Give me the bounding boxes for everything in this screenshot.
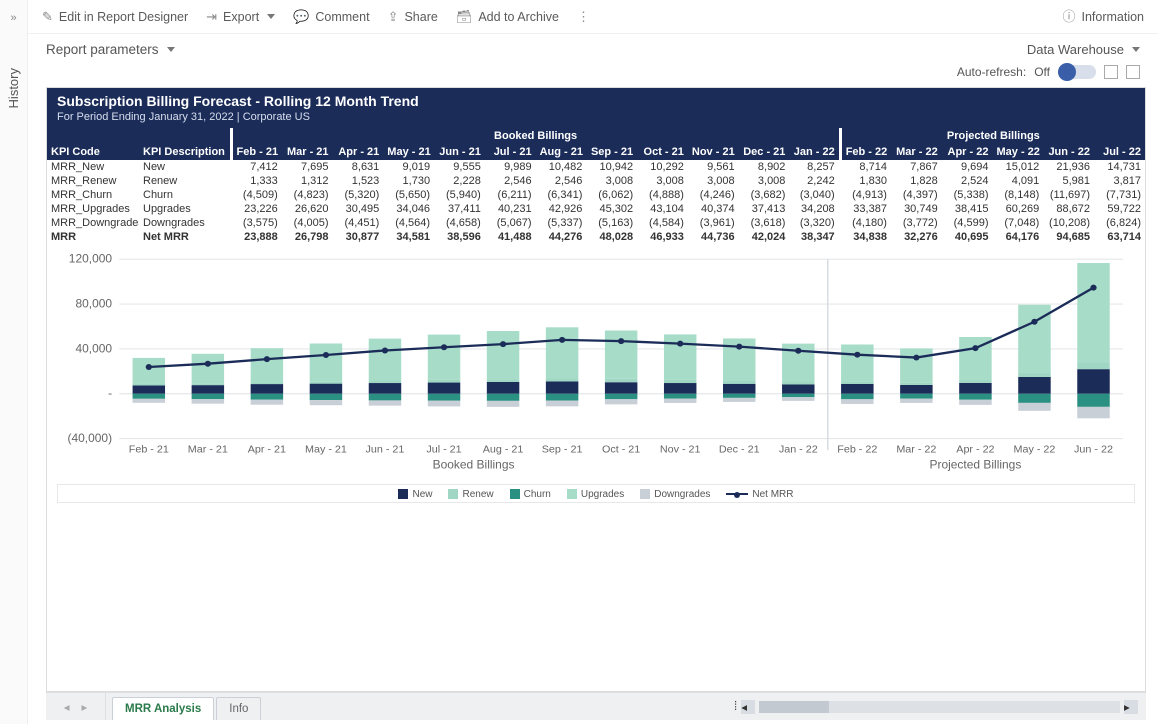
svg-text:Jul - 21: Jul - 21	[426, 444, 461, 456]
pencil-icon: ✎	[42, 10, 53, 23]
tab-mrr-analysis[interactable]: MRR Analysis	[112, 697, 214, 720]
expand-history-icon[interactable]: »	[10, 12, 16, 24]
sheet-pager[interactable]: ◂▸	[46, 693, 106, 720]
table-row: MRR_NewNew7,4127,6958,6319,0199,5559,989…	[47, 160, 1145, 174]
svg-text:Apr - 22: Apr - 22	[956, 444, 994, 456]
mrr-chart: (40,000) - 40,000 80,000 120,000 Feb - 21 Mar …	[57, 250, 1135, 480]
comment-icon: 💬	[293, 10, 309, 23]
kpi-table: Booked BillingsProjected Billings KPI Co…	[47, 128, 1145, 244]
svg-text:Jan - 22: Jan - 22	[779, 444, 818, 456]
report-parameters-toggle[interactable]: Report parameters	[46, 42, 175, 57]
auto-refresh-state: Off	[1034, 65, 1050, 79]
svg-text:Mar - 22: Mar - 22	[896, 444, 936, 456]
legend-item: Downgrades	[640, 489, 710, 500]
more-button[interactable]: ⋮	[577, 10, 590, 23]
grid-icon[interactable]	[1126, 65, 1140, 79]
svg-text:Feb - 22: Feb - 22	[837, 444, 877, 456]
svg-text:120,000: 120,000	[69, 253, 113, 266]
legend-item: Net MRR	[726, 489, 793, 500]
svg-text:-: -	[108, 387, 112, 400]
svg-text:(40,000): (40,000)	[67, 432, 112, 445]
info-icon: ⓘ	[1062, 10, 1075, 23]
legend-item: Upgrades	[567, 489, 624, 500]
table-row: MRR_ChurnChurn(4,509)(4,823)(5,320)(5,65…	[47, 188, 1145, 202]
legend-item: Churn	[510, 489, 551, 500]
information-button[interactable]: ⓘInformation	[1062, 10, 1144, 24]
table-row: MRR_UpgradesUpgrades23,22626,62030,49534…	[47, 202, 1145, 216]
horizontal-scrollbar[interactable]: ⁞◂▸	[726, 693, 1146, 720]
report-subtitle: For Period Ending January 31, 2022 | Cor…	[57, 111, 1135, 123]
export-icon: ⇥	[206, 10, 217, 23]
kebab-icon: ⋮	[577, 10, 590, 23]
svg-text:Apr - 21: Apr - 21	[248, 444, 286, 456]
legend-item: Renew	[448, 489, 493, 500]
svg-text:Nov - 21: Nov - 21	[660, 444, 701, 456]
chart-legend: New Renew Churn Upgrades Downgrades Net MRR	[57, 484, 1135, 503]
chart-area: (40,000) - 40,000 80,000 120,000 Feb - 21 Mar …	[47, 244, 1145, 509]
auto-refresh-toggle[interactable]	[1058, 65, 1096, 79]
archive-icon: 🗃	[456, 10, 473, 23]
toolbar: ✎Edit in Report Designer ⇥Export 💬Commen…	[28, 0, 1158, 34]
svg-text:May - 21: May - 21	[305, 444, 347, 456]
table-row: MRRNet MRR23,88826,79830,87734,58138,596…	[47, 230, 1145, 244]
sheet-footer: ◂▸ MRR Analysis Info ⁞◂▸	[46, 692, 1146, 720]
chevron-down-icon	[167, 47, 175, 52]
edit-report-button[interactable]: ✎Edit in Report Designer	[42, 10, 188, 24]
table-row: MRR_RenewRenew1,3331,3121,5231,7302,2282…	[47, 174, 1145, 188]
popout-icon[interactable]	[1104, 65, 1118, 79]
share-button[interactable]: ⇪Share	[388, 10, 438, 24]
chevron-down-icon	[1132, 47, 1140, 52]
data-source-toggle[interactable]: Data Warehouse	[1027, 42, 1140, 57]
svg-text:Mar - 21: Mar - 21	[188, 444, 228, 456]
archive-button[interactable]: 🗃Add to Archive	[456, 10, 559, 24]
report-canvas: Subscription Billing Forecast - Rolling …	[46, 87, 1146, 692]
history-rail[interactable]: » History	[0, 0, 28, 724]
legend-item: New	[398, 489, 432, 500]
chevron-down-icon	[267, 14, 275, 19]
table-row: MRR_DowngradesDowngrades(3,575)(4,005)(4…	[47, 216, 1145, 230]
svg-text:80,000: 80,000	[75, 298, 112, 311]
tab-info[interactable]: Info	[216, 697, 261, 720]
auto-refresh-label: Auto-refresh:	[957, 65, 1026, 79]
svg-text:Oct - 21: Oct - 21	[602, 444, 640, 456]
svg-text:Jun - 21: Jun - 21	[366, 444, 405, 456]
history-label: History	[6, 68, 21, 108]
view-options-bar: Auto-refresh: Off	[28, 61, 1158, 87]
report-header: Subscription Billing Forecast - Rolling …	[47, 88, 1145, 128]
svg-text:Sep - 21: Sep - 21	[542, 444, 583, 456]
svg-text:Aug - 21: Aug - 21	[483, 444, 524, 456]
report-title: Subscription Billing Forecast - Rolling …	[57, 93, 1135, 109]
svg-text:40,000: 40,000	[75, 343, 112, 356]
svg-text:Dec - 21: Dec - 21	[719, 444, 760, 456]
svg-text:Jun - 22: Jun - 22	[1074, 444, 1113, 456]
comment-button[interactable]: 💬Comment	[293, 10, 369, 24]
export-button[interactable]: ⇥Export	[206, 10, 275, 24]
svg-text:May - 22: May - 22	[1014, 444, 1056, 456]
svg-text:Feb - 21: Feb - 21	[129, 444, 169, 456]
svg-text:Projected Billings: Projected Billings	[929, 459, 1021, 472]
svg-text:Booked Billings: Booked Billings	[433, 459, 515, 472]
parameters-bar: Report parameters Data Warehouse	[28, 34, 1158, 61]
share-icon: ⇪	[388, 10, 399, 23]
